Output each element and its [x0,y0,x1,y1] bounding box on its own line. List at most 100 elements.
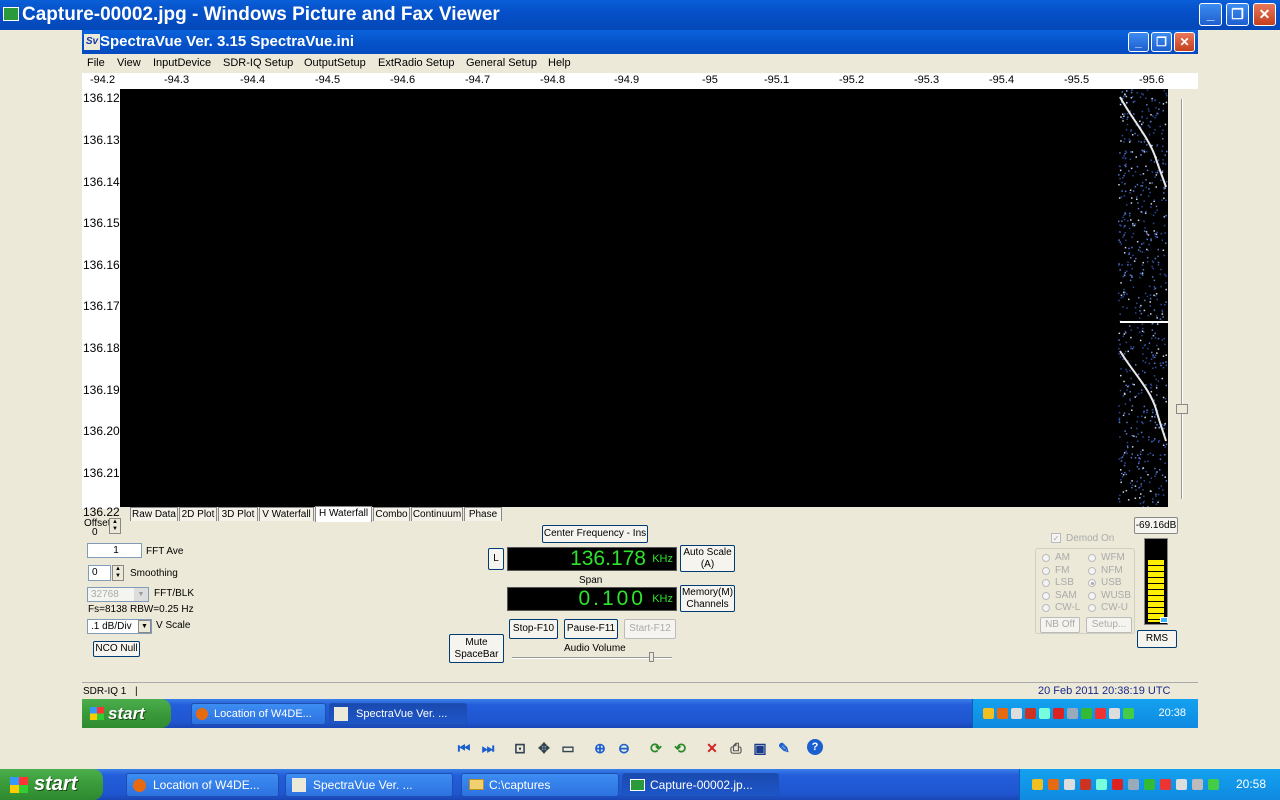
tab-2d-plot[interactable]: 2D Plot [179,507,217,521]
edit-icon[interactable]: ✎ [775,739,793,757]
l-button[interactable]: L [488,548,504,570]
center-frequency-button[interactable]: Center Frequency - Ins [542,525,648,543]
tab-combo[interactable]: Combo [373,507,410,521]
radio-cw-l[interactable] [1042,604,1050,612]
tab-3d-plot[interactable]: 3D Plot [218,507,258,521]
restore-button[interactable]: ❐ [1226,3,1249,26]
tray-icon[interactable] [1095,708,1106,719]
nb-off-button[interactable]: NB Off [1040,617,1080,633]
offset-spinner[interactable]: ▲ ▼ [109,518,121,534]
tray-icon[interactable] [1064,779,1075,790]
outer-task-picture-viewer[interactable]: Capture-00002.jp... [622,773,779,797]
viewer-titlebar[interactable]: Capture-00002.jpg - Windows Picture and … [0,0,1280,30]
help-icon[interactable]: ? [807,739,823,755]
radio-wusb[interactable] [1088,592,1096,600]
radio-usb[interactable] [1088,579,1096,587]
setup-button[interactable]: Setup... [1086,617,1132,633]
tray-icon[interactable] [1067,708,1078,719]
save-icon[interactable]: ▣ [751,739,769,757]
demod-on-checkbox[interactable]: ✓ [1051,533,1061,543]
tray-icon[interactable] [983,708,994,719]
radio-am[interactable] [1042,554,1050,562]
zoom-in-icon[interactable]: ⊕ [591,739,609,757]
menu-general-setup[interactable]: General Setup [466,57,537,69]
fft-blk-dropdown-icon[interactable]: ▼ [134,588,148,601]
menu-view[interactable]: View [117,57,141,69]
tray-icon[interactable] [1096,779,1107,790]
minimize-button[interactable]: _ [1199,3,1222,26]
rotate-clockwise-icon[interactable]: ⟳ [647,739,665,757]
slideshow-icon[interactable]: ▭ [559,739,577,757]
rotate-counterclockwise-icon[interactable]: ⟲ [671,739,689,757]
radio-nfm[interactable] [1088,567,1096,575]
zoom-out-icon[interactable]: ⊖ [615,739,633,757]
radio-cw-u[interactable] [1088,604,1096,612]
tray-icon[interactable] [1081,708,1092,719]
tray-icon[interactable] [1032,779,1043,790]
tray-icon[interactable] [1109,708,1120,719]
menu-extradio-setup[interactable]: ExtRadio Setup [378,57,454,69]
smoothing-input[interactable]: 0 [88,565,111,581]
tab-phase[interactable]: Phase [464,507,502,521]
menu-help[interactable]: Help [548,57,571,69]
vscale-dropdown-icon[interactable]: ▼ [138,620,151,633]
tray-icon[interactable] [997,708,1008,719]
tab-h-waterfall[interactable]: H Waterfall [315,506,372,522]
nco-null-button[interactable]: NCO Null [93,641,140,657]
radio-sam[interactable] [1042,592,1050,600]
tray-icon[interactable] [1192,779,1203,790]
auto-scale-button[interactable]: Auto Scale (A) [680,545,735,572]
stop-button[interactable]: Stop-F10 [509,619,558,639]
tray-icon[interactable] [1176,779,1187,790]
radio-lsb[interactable] [1042,579,1050,587]
sv-minimize-button[interactable]: _ [1128,32,1149,52]
sv-close-button[interactable]: ✕ [1174,32,1195,52]
tray-icon[interactable] [1208,779,1219,790]
print-icon[interactable]: ⎙ [727,739,745,757]
fft-ave-input[interactable]: 1 [87,543,142,558]
previous-image-icon[interactable]: ⏮ [455,739,473,757]
smoothing-spinner[interactable]: ▲ ▼ [112,565,124,581]
menu-file[interactable]: File [87,57,105,69]
next-image-icon[interactable]: ⏭ [479,739,497,757]
tray-icon[interactable] [1128,779,1139,790]
inner-task-spectravue[interactable]: SpectraVue Ver. ... [329,703,467,725]
outer-task-firefox[interactable]: Location of W4DE... [126,773,279,797]
outer-task-captures-folder[interactable]: C:\captures [461,773,619,797]
tray-icon[interactable] [1080,779,1091,790]
menu-inputdevice[interactable]: InputDevice [153,57,211,69]
waterfall-vertical-slider[interactable] [1168,89,1198,509]
tray-icon[interactable] [1053,708,1064,719]
tab-raw-data[interactable]: Raw Data [130,507,178,521]
center-frequency-display[interactable]: 136.178 KHz [507,547,677,571]
memory-channels-button[interactable]: Memory(M) Channels [680,585,735,612]
sv-restore-button[interactable]: ❐ [1151,32,1172,52]
audio-volume-thumb[interactable] [649,652,654,662]
tray-icon[interactable] [1011,708,1022,719]
menu-sdr-iq-setup[interactable]: SDR-IQ Setup [223,57,293,69]
mute-button[interactable]: Mute SpaceBar [449,634,504,663]
rms-button[interactable]: RMS [1137,630,1177,648]
close-button[interactable]: ✕ [1253,3,1276,26]
start-button[interactable]: Start-F12 [624,619,676,639]
menu-outputsetup[interactable]: OutputSetup [304,57,366,69]
radio-fm[interactable] [1042,567,1050,575]
span-display[interactable]: 0.100 KHz [507,587,677,611]
best-fit-icon[interactable]: ⊡ [511,739,529,757]
radio-wfm[interactable] [1088,554,1096,562]
delete-icon[interactable]: ✕ [703,739,721,757]
tray-icon[interactable] [1160,779,1171,790]
actual-size-icon[interactable]: ✥ [535,739,553,757]
tray-icon[interactable] [1123,708,1134,719]
tray-icon[interactable] [1025,708,1036,719]
tray-icon[interactable] [1039,708,1050,719]
tab-continuum[interactable]: Continuum [411,507,463,521]
tray-icon[interactable] [1112,779,1123,790]
audio-volume-slider[interactable] [512,657,672,659]
tray-icon[interactable] [1144,779,1155,790]
tab-v-waterfall[interactable]: V Waterfall [259,507,314,521]
outer-task-spectravue[interactable]: SpectraVue Ver. ... [285,773,453,797]
inner-task-firefox[interactable]: Location of W4DE... [191,703,326,725]
waterfall-display[interactable] [120,89,1168,507]
spectravue-titlebar[interactable]: Sv SpectraVue Ver. 3.15 SpectraVue.ini _… [82,30,1198,54]
